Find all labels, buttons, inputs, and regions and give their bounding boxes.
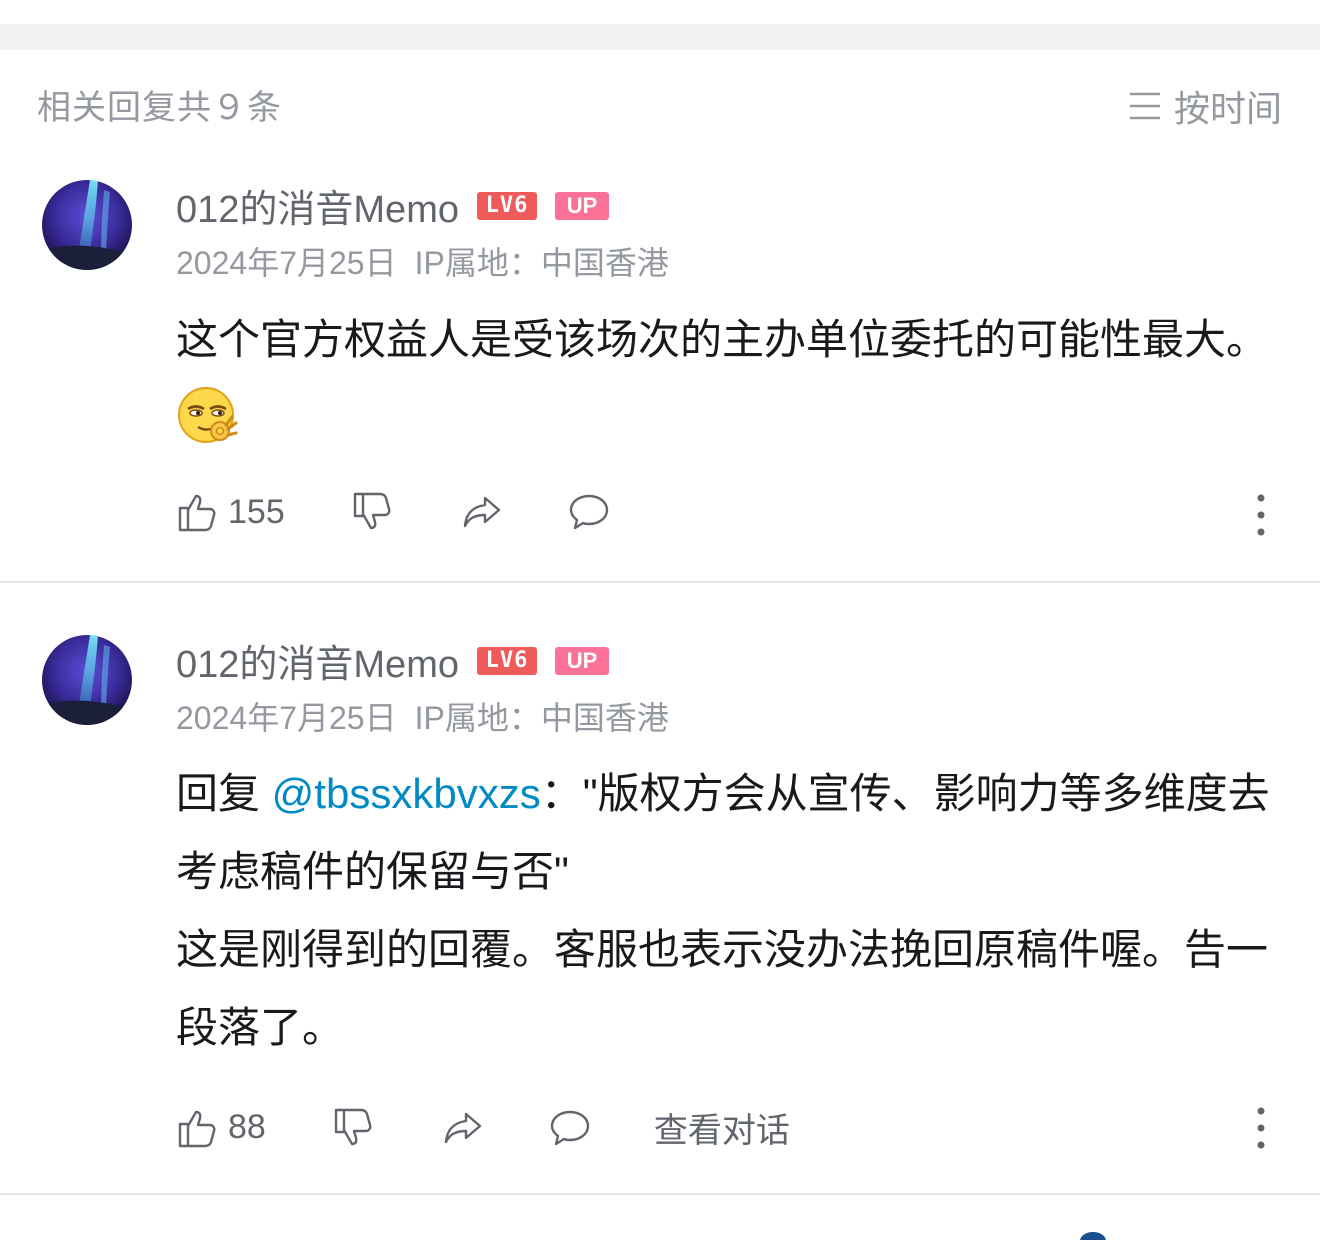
comment-bubble-icon	[569, 494, 608, 530]
comment-date: 2024年7月25日	[176, 700, 397, 736]
comment-author-row: 012的消音Memo LV6 UP	[176, 178, 609, 233]
comment-actions: 155	[176, 490, 611, 534]
comment-divider	[0, 1193, 1320, 1195]
dislike-button[interactable]	[351, 490, 395, 534]
thumbs-up-icon	[178, 494, 216, 532]
comment-actions: 88 查看对话	[176, 1103, 790, 1152]
comment-item: 012的消音Memo LV6 UP 2024年7月25日 IP属地：中国香港 回…	[0, 583, 1320, 1195]
mention-link[interactable]: @tbssxkbvxzs	[272, 770, 541, 817]
dislike-button[interactable]	[332, 1106, 376, 1150]
level-badge: LV6	[476, 191, 537, 220]
thumbs-up-icon	[178, 1110, 216, 1147]
up-badge: UP	[554, 646, 609, 675]
reply-button[interactable]	[567, 490, 611, 534]
avatar[interactable]	[42, 180, 132, 270]
avatar[interactable]	[42, 635, 132, 725]
level-badge: LV6	[476, 646, 537, 675]
comment-meta: 2024年7月25日 IP属地：中国香港	[176, 693, 669, 739]
username[interactable]: 012的消音Memo	[176, 178, 459, 233]
comment-meta: 2024年7月25日 IP属地：中国香港	[176, 238, 669, 284]
sort-button[interactable]: 按时间	[1128, 80, 1282, 132]
thumbs-down-icon	[353, 492, 391, 530]
more-options-icon[interactable]	[1246, 1103, 1276, 1153]
comment-item: 012的消音Memo LV6 UP 2024年7月25日 IP属地：中国香港 这…	[0, 160, 1320, 583]
reply-button[interactable]	[548, 1106, 592, 1150]
comment-text: 这个官方权益人是受该场次的主办单位委托的可能性最大。	[176, 316, 1269, 363]
comment-content: 回复 @tbssxkbvxzs："版权方会从宣传、影响力等多维度去考虑稿件的保留…	[176, 755, 1276, 1067]
section-gap	[0, 24, 1320, 50]
ip-location: IP属地：中国香港	[414, 700, 669, 736]
like-button[interactable]: 155	[176, 490, 285, 534]
list-icon	[1129, 92, 1160, 120]
more-options-icon[interactable]	[1246, 490, 1276, 540]
comment-line: 这是刚得到的回覆。客服也表示没办法挽回原稿件喔。告一段落了。	[176, 926, 1269, 1051]
share-icon	[463, 496, 500, 528]
ip-location: IP属地：中国香港	[414, 245, 669, 281]
comment-author-row: 012的消音Memo LV6 UP	[176, 633, 609, 688]
like-button[interactable]: 88	[176, 1106, 266, 1150]
next-item-peek	[1080, 1232, 1106, 1240]
like-count: 155	[228, 492, 285, 531]
comment-content: 这个官方权益人是受该场次的主办单位委托的可能性最大。	[176, 300, 1276, 460]
smirk-ok-emoji-icon	[176, 385, 240, 449]
comment-bubble-icon	[550, 1110, 590, 1145]
thumbs-down-icon	[334, 1108, 372, 1145]
like-count: 88	[228, 1108, 266, 1146]
view-conversation-link[interactable]: 查看对话	[654, 1103, 790, 1152]
share-icon	[444, 1112, 482, 1143]
share-button[interactable]	[442, 1106, 486, 1150]
reply-prefix: 回复	[176, 770, 272, 817]
username[interactable]: 012的消音Memo	[176, 633, 459, 688]
sort-label: 按时间	[1173, 88, 1282, 129]
share-button[interactable]	[461, 490, 505, 534]
up-badge: UP	[554, 191, 609, 220]
comment-line: 回复 @tbssxkbvxzs："版权方会从宣传、影响力等多维度去考虑稿件的保留…	[176, 755, 1276, 911]
comment-date: 2024年7月25日	[176, 245, 397, 281]
reply-count: 相关回复共９条	[37, 89, 282, 127]
